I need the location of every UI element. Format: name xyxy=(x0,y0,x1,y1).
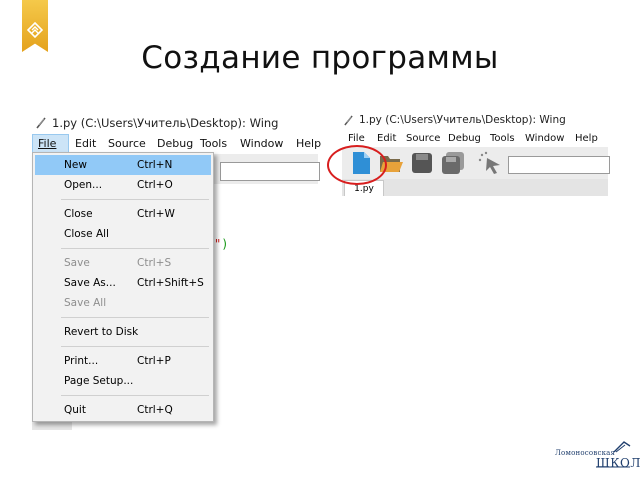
menu-item-label: New xyxy=(64,159,87,171)
menu-separator xyxy=(61,395,209,396)
menu-item-label: Print... xyxy=(64,355,99,367)
file-menu-item-save-as[interactable]: Save As... Ctrl+Shift+S xyxy=(35,273,211,293)
menu-item-label: Open... xyxy=(64,179,103,191)
right-toolbar-search-input[interactable] xyxy=(508,156,610,174)
file-menu-item-open[interactable]: Open... Ctrl+O xyxy=(35,175,211,195)
file-menu-item-close-all[interactable]: Close All xyxy=(35,224,211,244)
logo-text-line2: ШКОЛА xyxy=(596,456,640,470)
menu-debug[interactable]: Debug xyxy=(157,137,200,150)
left-screenshot: 1.py (C:\Users\Учитель\Desktop): Wing Fi… xyxy=(32,110,321,432)
new-file-highlight-circle xyxy=(327,145,387,185)
slide-title: Создание программы xyxy=(141,40,499,76)
wing-feather-icon xyxy=(36,117,46,129)
left-window-title: 1.py (C:\Users\Учитель\Desktop): Wing xyxy=(52,116,279,130)
menu-file[interactable]: File xyxy=(348,133,377,144)
menu-file[interactable]: File xyxy=(32,133,69,153)
menu-help[interactable]: Help xyxy=(575,133,603,144)
left-toolbar-search-input[interactable] xyxy=(220,162,320,181)
menu-tools[interactable]: Tools xyxy=(200,137,240,150)
menu-source[interactable]: Source xyxy=(108,137,157,150)
menu-debug[interactable]: Debug xyxy=(448,133,490,144)
menu-source[interactable]: Source xyxy=(406,133,448,144)
school-logo: Ломоносовская ШКОЛА xyxy=(552,440,640,476)
menu-item-shortcut: Ctrl+P xyxy=(137,355,171,367)
file-menu-item-print[interactable]: Print... Ctrl+P xyxy=(35,351,211,371)
menu-edit[interactable]: Edit xyxy=(75,137,108,150)
file-menu-item-close[interactable]: Close Ctrl+W xyxy=(35,204,211,224)
file-menu-dropdown: New Ctrl+N Open... Ctrl+O Close Ctrl+W C… xyxy=(32,152,214,422)
file-menu-item-page-setup[interactable]: Page Setup... xyxy=(35,371,211,391)
code-fragment: ") xyxy=(214,237,228,251)
file-menu-item-save[interactable]: Save Ctrl+S xyxy=(35,253,211,273)
menu-item-shortcut: Ctrl+Shift+S xyxy=(137,277,204,289)
menu-help[interactable]: Help xyxy=(296,137,322,150)
right-menubar: File Edit Source Debug Tools Window Help xyxy=(348,133,603,144)
file-menu-item-new[interactable]: New Ctrl+N xyxy=(35,155,211,175)
menu-separator xyxy=(61,199,209,200)
menu-item-shortcut: Ctrl+W xyxy=(137,208,175,220)
ribbon-emblem-icon xyxy=(27,22,43,38)
save-icon[interactable] xyxy=(410,151,434,175)
code-paren: ) xyxy=(221,237,229,251)
menu-item-label: Close All xyxy=(64,228,109,240)
menu-window[interactable]: Window xyxy=(240,137,296,150)
file-menu-item-quit[interactable]: Quit Ctrl+Q xyxy=(35,400,211,420)
menu-separator xyxy=(61,346,209,347)
menu-item-shortcut: Ctrl+S xyxy=(137,257,172,269)
menu-separator xyxy=(61,317,209,318)
menu-item-shortcut: Ctrl+N xyxy=(137,159,173,171)
menu-item-label: Page Setup... xyxy=(64,375,134,387)
menu-item-label: Save All xyxy=(64,297,107,309)
wing-feather-icon xyxy=(344,115,353,125)
menu-window[interactable]: Window xyxy=(525,133,575,144)
right-window-title-bar: 1.py (C:\Users\Учитель\Desktop): Wing xyxy=(344,114,566,126)
left-window-title-bar: 1.py (C:\Users\Учитель\Desktop): Wing xyxy=(36,116,278,130)
left-menubar: File Edit Source Debug Tools Window Help xyxy=(32,133,322,153)
menu-edit[interactable]: Edit xyxy=(377,133,406,144)
right-window-title: 1.py (C:\Users\Учитель\Desktop): Wing xyxy=(359,114,566,126)
menu-separator xyxy=(61,248,209,249)
menu-item-label: Save As... xyxy=(64,277,116,289)
save-all-icon[interactable] xyxy=(440,151,466,175)
pointer-icon[interactable] xyxy=(478,151,504,175)
file-menu-item-revert[interactable]: Revert to Disk xyxy=(35,322,211,342)
menu-item-label: Close xyxy=(64,208,93,220)
menu-item-shortcut: Ctrl+Q xyxy=(137,404,173,416)
menu-tools[interactable]: Tools xyxy=(490,133,525,144)
menu-item-label: Quit xyxy=(64,404,86,416)
menu-item-label: Revert to Disk xyxy=(64,326,139,338)
menu-item-label: Save xyxy=(64,257,90,269)
file-menu-item-save-all[interactable]: Save All xyxy=(35,293,211,313)
menu-item-shortcut: Ctrl+O xyxy=(137,179,173,191)
